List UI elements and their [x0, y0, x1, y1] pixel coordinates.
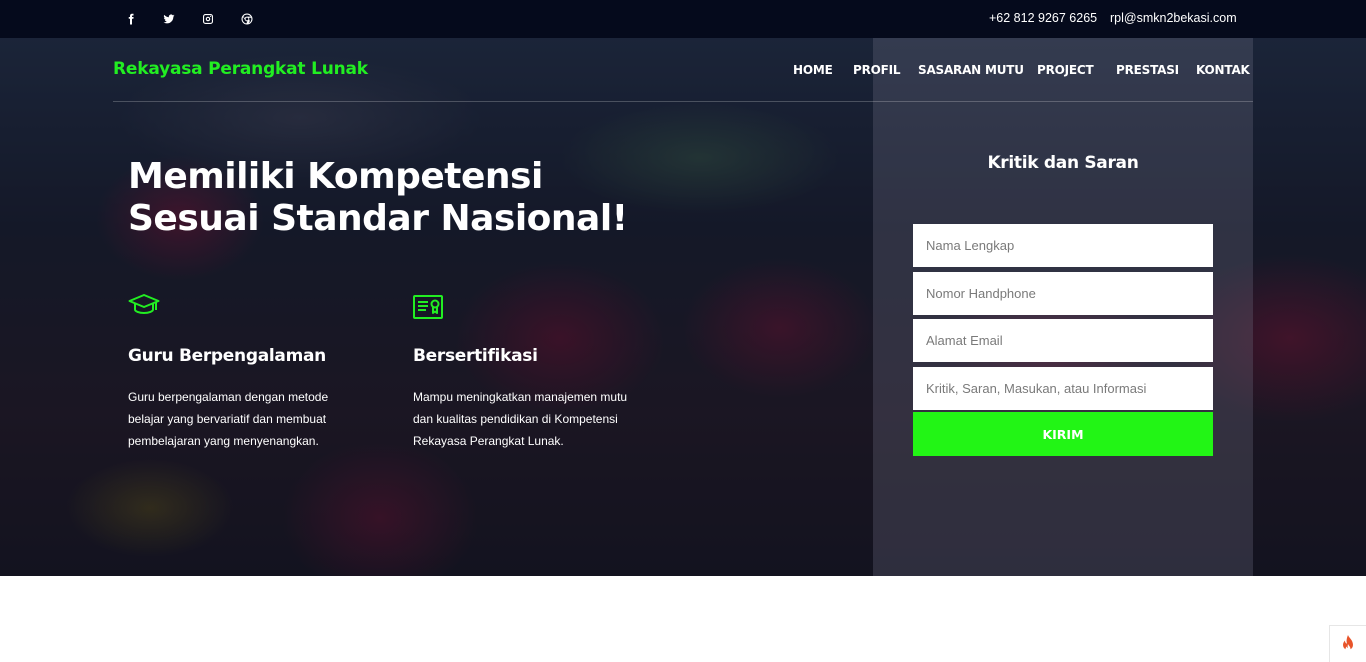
headline-line-1: Memiliki Kompetensi	[128, 156, 543, 197]
name-input[interactable]	[913, 224, 1213, 267]
phone-number: +62 812 9267 6265	[989, 11, 1098, 25]
top-bar: +62 812 9267 6265 rpl@smkn2bekasi.com	[0, 0, 1366, 38]
feature-desc-line: pembelajaran yang menyenangkan.	[128, 434, 319, 448]
feature-desc-line: belajar yang bervariatif dan membuat	[128, 412, 327, 426]
email-input[interactable]	[913, 319, 1213, 362]
feature-desc-line: Guru berpengalaman dengan metode	[128, 390, 329, 404]
submit-button[interactable]: KIRIM	[913, 412, 1213, 456]
nav-home[interactable]: HOME	[793, 63, 833, 77]
nav-kontak[interactable]: KONTAK	[1196, 63, 1250, 77]
hero-section: Rekayasa Perangkat Lunak HOME PROFIL SAS…	[0, 38, 1366, 576]
feature-title-sertifikasi: Bersertifikasi	[413, 346, 538, 366]
phone-input[interactable]	[913, 272, 1213, 315]
twitter-icon[interactable]	[159, 0, 179, 38]
instagram-icon[interactable]	[198, 0, 218, 38]
nav-prestasi[interactable]: PRESTASI	[1116, 63, 1179, 77]
certificate-icon	[412, 291, 444, 323]
feature-desc-line: Rekayasa Perangkat Lunak.	[413, 434, 564, 448]
feature-desc-guru: Guru berpengalaman dengan metode belajar…	[128, 386, 388, 452]
nav-project[interactable]: PROJECT	[1037, 63, 1094, 77]
headline-line-2: Sesuai Standar Nasional!	[128, 198, 628, 239]
nav-profil[interactable]: PROFIL	[853, 63, 901, 77]
hero-headline: Memiliki Kompetensi Sesuai Standar Nasio…	[128, 156, 688, 240]
graduation-cap-icon	[128, 291, 160, 323]
feature-desc-line: Mampu meningkatkan manajemen mutu	[413, 390, 628, 404]
feature-desc-sertifikasi: Mampu meningkatkan manajemen mutu dan ku…	[413, 386, 673, 452]
chrome-icon[interactable]	[237, 0, 257, 38]
nav-sasaran-mutu[interactable]: SASARAN MUTU	[918, 63, 1024, 77]
facebook-icon[interactable]	[121, 0, 141, 38]
brand-logo[interactable]: Rekayasa Perangkat Lunak	[113, 59, 368, 79]
feature-desc-line: dan kualitas pendidikan di Kompetensi	[413, 412, 618, 426]
corner-badge[interactable]	[1329, 625, 1366, 662]
nav-divider	[113, 101, 1253, 102]
feature-title-guru: Guru Berpengalaman	[128, 346, 326, 366]
contact-email[interactable]: rpl@smkn2bekasi.com	[1110, 11, 1237, 25]
form-title: Kritik dan Saran	[987, 153, 1139, 173]
flame-icon	[1343, 635, 1353, 652]
message-input[interactable]	[913, 367, 1213, 410]
